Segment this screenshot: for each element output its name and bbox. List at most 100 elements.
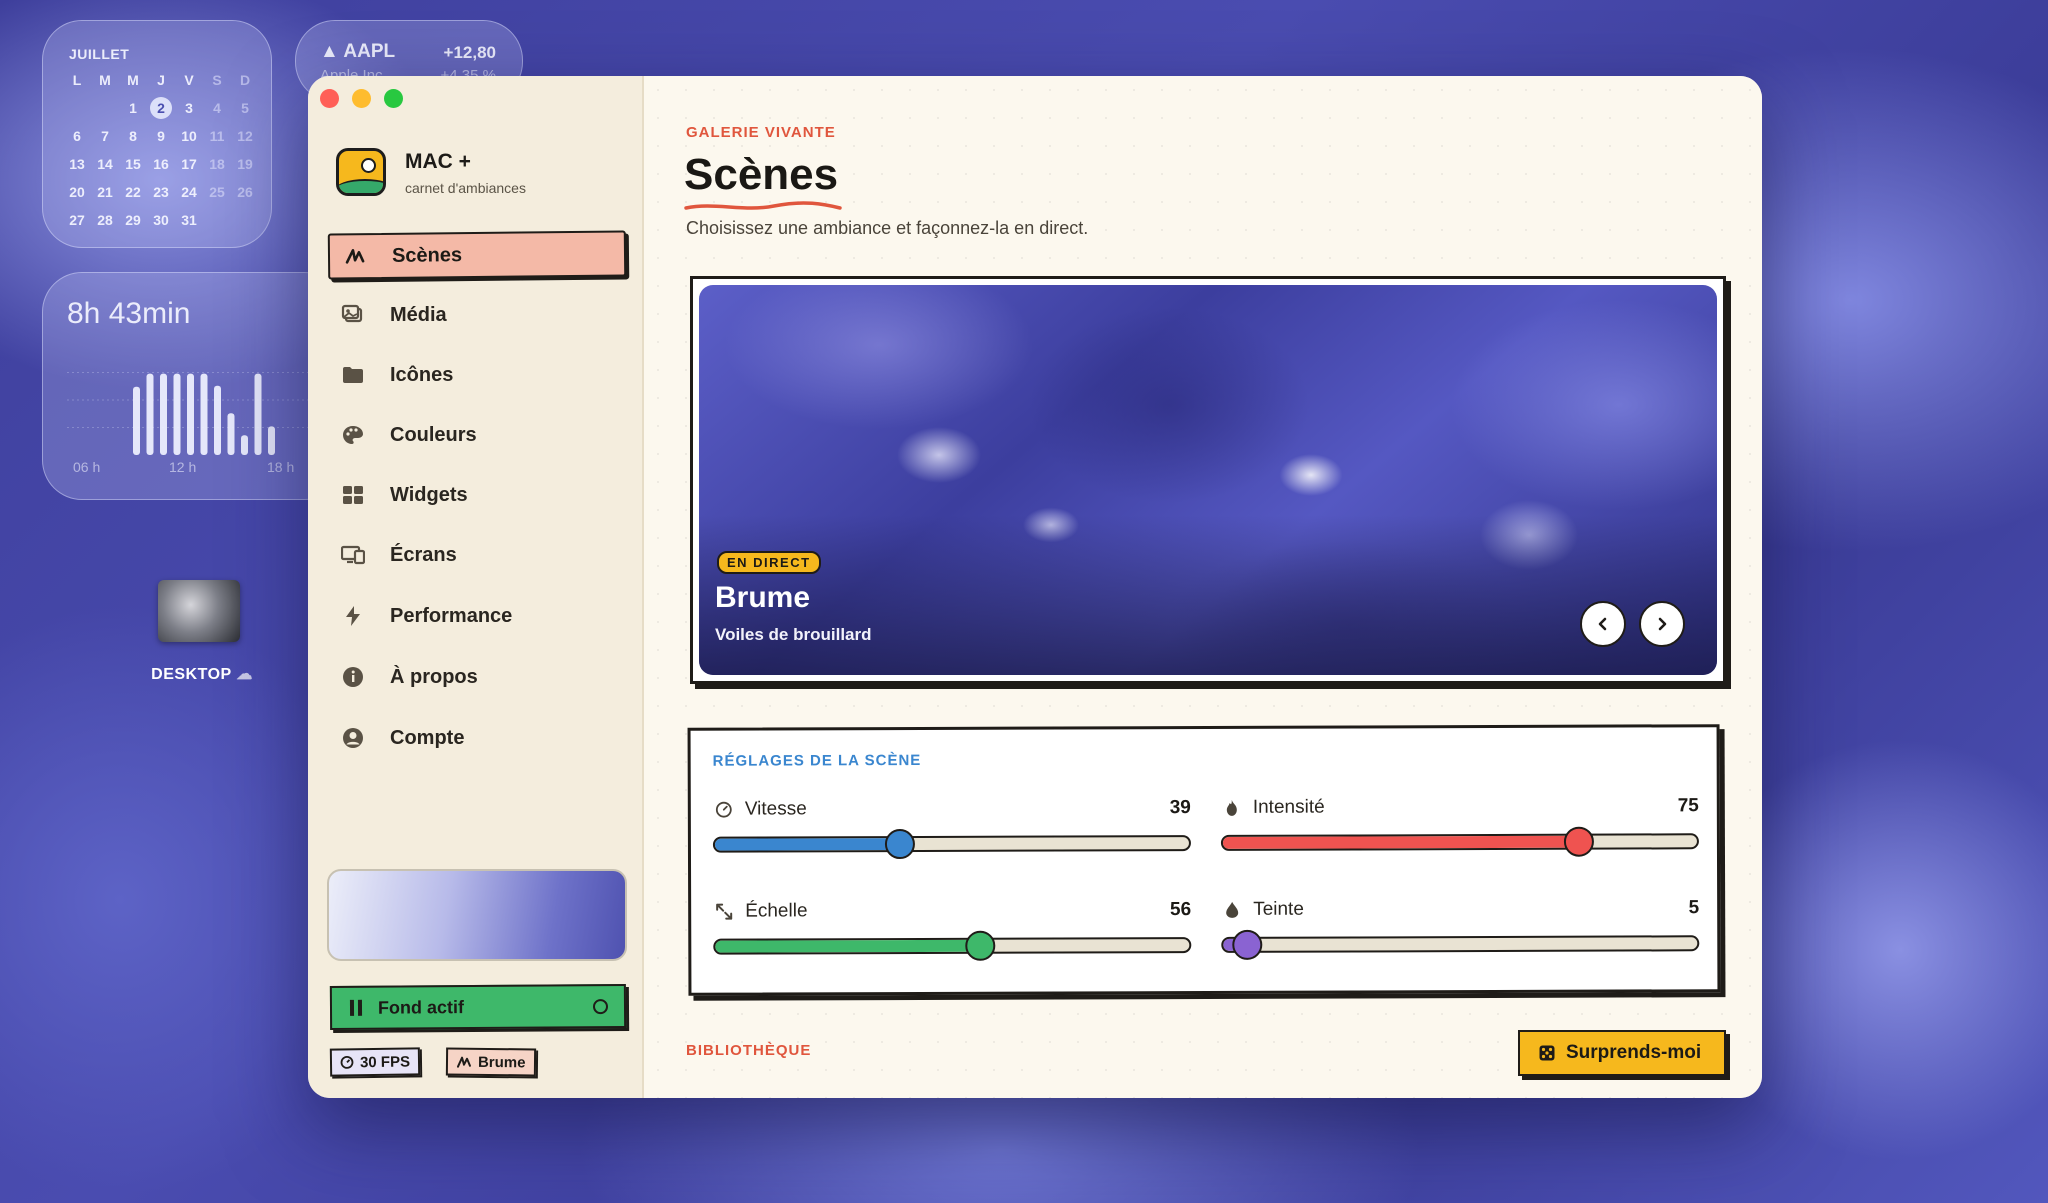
- slider-knob[interactable]: [965, 930, 996, 961]
- screen-time-widget: 8h 43min 06 h 12 h 18 h: [42, 272, 344, 500]
- calendar-day: 21: [97, 184, 113, 200]
- sidebar-item-3[interactable]: Icônes: [328, 354, 622, 396]
- sidebar-item-label: Écrans: [390, 543, 457, 566]
- calendar-day: 19: [237, 156, 253, 172]
- setting-label: Intensité: [1252, 796, 1325, 818]
- desktop-folder-thumbnail[interactable]: [158, 580, 240, 642]
- surprise-me-label: Surprends-moi: [1566, 1042, 1702, 1063]
- calendar-day: 27: [69, 212, 85, 228]
- stock-change: +12,80: [443, 43, 496, 62]
- scene-hero-card: EN DIRECT Brume Voiles de brouillard: [690, 276, 1726, 684]
- calendar-day: 16: [153, 156, 169, 172]
- screen-time-bar: [200, 373, 208, 455]
- screen-time-bar: [241, 435, 248, 455]
- surprise-me-button[interactable]: Surprends-moi: [1518, 1030, 1726, 1076]
- previous-scene-button[interactable]: [1580, 601, 1626, 647]
- sidebar-item-1[interactable]: Scènes: [327, 230, 627, 280]
- desktop-folder-label[interactable]: DESKTOP ☁: [140, 664, 264, 684]
- setting-value: 5: [1688, 897, 1700, 919]
- settings-title: RÉGLAGES DE LA SCÈNE: [712, 751, 922, 770]
- sidebar-item-label: Compte: [390, 726, 465, 749]
- calendar-day: 22: [125, 184, 141, 200]
- calendar-month: JUILLET: [69, 46, 130, 62]
- axis-label-18: 18 h: [267, 459, 295, 475]
- widgets-icon: [338, 480, 368, 510]
- setting-control-3: Échelle 56: [713, 899, 1192, 961]
- screen-time-bar: [214, 385, 221, 455]
- sidebar-item-label: Couleurs: [390, 423, 477, 446]
- slider-knob[interactable]: [1563, 826, 1594, 857]
- calendar-day: 1: [129, 100, 137, 116]
- stock-symbol: ▲ AAPL: [320, 41, 396, 62]
- sidebar-item-label: Performance: [390, 604, 513, 627]
- setting-control-4: Teinte 5: [1221, 897, 1700, 960]
- background-toggle-button[interactable]: Fond actif: [329, 983, 627, 1031]
- zoom-window-button[interactable]: [384, 89, 403, 108]
- sidebar-item-label: Média: [390, 303, 447, 326]
- images-icon: [338, 300, 368, 330]
- app-tagline: carnet d'ambiances: [405, 180, 526, 196]
- axis-label-06: 06 h: [73, 459, 101, 475]
- calendar-day: [203, 209, 231, 231]
- weekday-header: M: [127, 72, 139, 88]
- weekday-header: L: [72, 72, 82, 88]
- sidebar-item-4[interactable]: Couleurs: [328, 414, 622, 456]
- calendar-day: 14: [97, 156, 113, 172]
- app-name: MAC +: [405, 150, 471, 173]
- axis-label-12: 12 h: [169, 459, 197, 475]
- sidebar-item-5[interactable]: Widgets: [328, 474, 622, 516]
- calendar-day: 18: [209, 156, 225, 172]
- setting-control-1: Vitesse 39: [712, 797, 1191, 860]
- close-window-button[interactable]: [320, 89, 339, 108]
- sidebar-item-6[interactable]: Écrans: [328, 534, 622, 576]
- slider-track[interactable]: [1221, 935, 1700, 953]
- slider-track[interactable]: [712, 835, 1191, 853]
- calendar-day: [91, 97, 119, 119]
- screen-time-bar: [160, 373, 167, 455]
- flame-icon: [1221, 797, 1243, 819]
- library-heading: BIBLIOTHÈQUE: [686, 1042, 812, 1059]
- slider-track[interactable]: [1220, 833, 1699, 851]
- calendar-day: 31: [181, 212, 197, 228]
- calendar-day: 8: [129, 128, 137, 144]
- calendar-day: 10: [181, 128, 197, 144]
- calendar-day: 2: [150, 97, 172, 119]
- sidebar: MAC + carnet d'ambiances Scènes Média Icôn…: [308, 76, 644, 1098]
- calendar-day: 17: [181, 156, 197, 172]
- calendar-widget: JUILLET L M M J V S D 1 2 3 4 5 6 7 8 9 10 11 12 13 14 15 16 17…: [42, 20, 272, 248]
- sidebar-item-9[interactable]: Compte: [328, 717, 622, 759]
- sidebar-item-2[interactable]: Média: [328, 294, 622, 336]
- scribble-icon: [340, 241, 370, 271]
- slider-knob[interactable]: [1231, 929, 1263, 960]
- current-scene-label: Brume: [477, 1053, 526, 1071]
- calendar-day: 23: [153, 184, 169, 200]
- background-toggle-label: Fond actif: [377, 996, 465, 1018]
- bolt-icon: [338, 601, 368, 631]
- screen-time-duration: 8h 43min: [67, 297, 191, 330]
- calendar-day: 11: [209, 128, 225, 144]
- calendar-day: 24: [181, 184, 197, 200]
- scribble-icon: [456, 1055, 472, 1069]
- weekday-header: J: [157, 72, 165, 88]
- current-scene-badge: Brume: [445, 1047, 536, 1077]
- calendar-day: 9: [157, 128, 165, 144]
- minimize-window-button[interactable]: [352, 89, 371, 108]
- slider-track[interactable]: [713, 937, 1192, 955]
- calendar-day: 4: [213, 100, 221, 116]
- calendar-day: 6: [73, 128, 81, 144]
- calendar-day: 5: [241, 100, 249, 116]
- calendar-grid: L M M J V S D 1 2 3 4 5 6 7 8 9 10 11 12 13 14 15 16 17 18 19 20 21…: [63, 69, 259, 231]
- setting-label: Teinte: [1253, 898, 1304, 920]
- screen-time-chart: [67, 372, 327, 455]
- calendar-day: 29: [125, 212, 141, 228]
- scene-settings-panel: RÉGLAGES DE LA SCÈNE Vitesse 39 Intensité 7…: [687, 724, 1721, 996]
- info-icon: [338, 662, 368, 692]
- sidebar-item-8[interactable]: À propos: [328, 656, 622, 698]
- next-scene-button[interactable]: [1639, 601, 1685, 647]
- scene-preview-thumbnail[interactable]: [327, 869, 627, 961]
- calendar-day: 7: [101, 128, 109, 144]
- slider-knob[interactable]: [884, 829, 915, 860]
- sidebar-item-7[interactable]: Performance: [328, 595, 622, 637]
- status-dot-icon: [592, 998, 609, 1014]
- sidebar-item-label: Icônes: [390, 363, 454, 386]
